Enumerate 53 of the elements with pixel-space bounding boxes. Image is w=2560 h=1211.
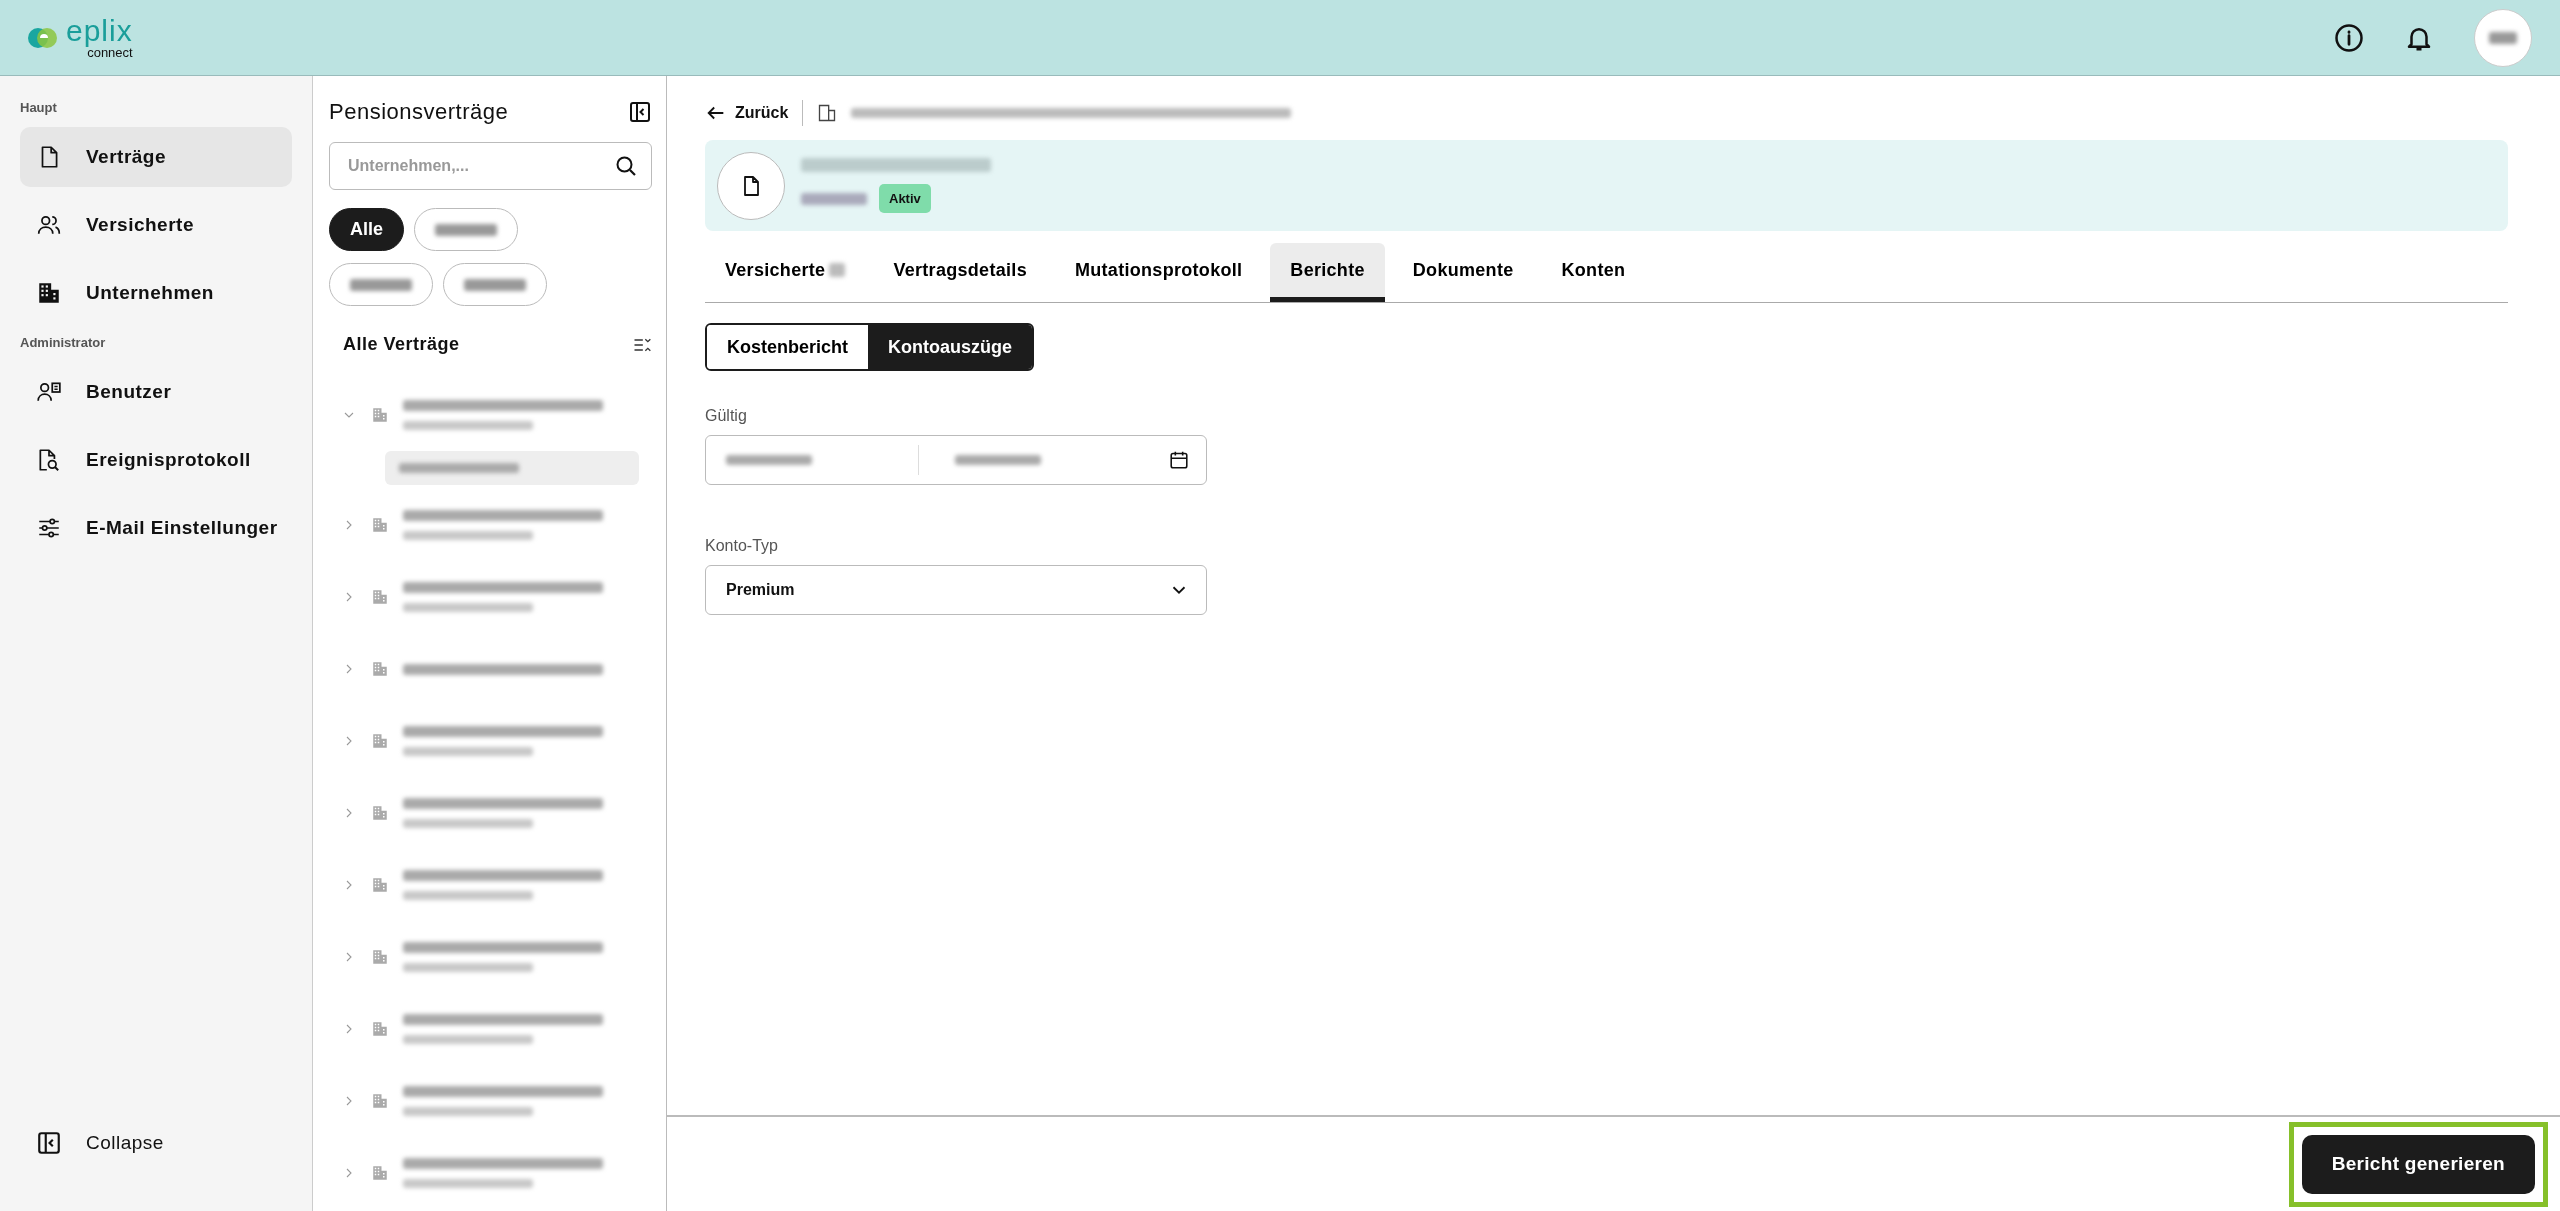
logo-icon xyxy=(28,25,58,50)
tab[interactable]: Mutationsprotokoll xyxy=(1054,243,1263,302)
tab[interactable]: Versicherte xyxy=(705,243,866,302)
nav-item[interactable]: Benutzer xyxy=(20,362,292,422)
date-range-field[interactable] xyxy=(705,435,1207,485)
nav-section-title: Haupt xyxy=(20,100,58,115)
building-icon xyxy=(36,280,62,306)
nav-item[interactable]: Versicherte xyxy=(20,195,292,255)
nav-section-title: Administrator xyxy=(20,335,107,350)
building-icon xyxy=(371,732,389,750)
collapse-panel-icon xyxy=(36,1130,62,1156)
document-search-icon xyxy=(36,447,62,473)
account-type-dropdown[interactable]: Premium xyxy=(705,565,1207,615)
contract-sub-item[interactable] xyxy=(385,451,639,485)
status-badge: Aktiv xyxy=(879,184,931,213)
filter-chip[interactable] xyxy=(443,263,547,306)
nav-item[interactable]: Unternehmen xyxy=(20,263,292,323)
building-icon xyxy=(371,948,389,966)
panel-title: Pensionsverträge xyxy=(329,99,509,125)
tab[interactable]: Vertragsdetails xyxy=(873,243,1047,302)
building-icon xyxy=(371,876,389,894)
building-icon xyxy=(371,588,389,606)
building-icon xyxy=(371,406,389,424)
search-field[interactable]: Unternehmen,... xyxy=(329,142,652,190)
filter-chip[interactable] xyxy=(414,208,518,251)
segment-button[interactable]: Kontoauszüge xyxy=(868,325,1033,369)
building-icon xyxy=(371,1020,389,1038)
redacted-text xyxy=(801,192,867,205)
info-icon[interactable] xyxy=(2334,22,2364,53)
tab[interactable]: Dokumente xyxy=(1392,243,1534,302)
building-icon xyxy=(371,804,389,822)
nav-item[interactable]: Ereignisprotokoll xyxy=(20,430,292,490)
building-icon xyxy=(371,516,389,534)
nav-item[interactable]: Verträge xyxy=(20,127,292,187)
collapse-panel-icon[interactable] xyxy=(628,100,652,124)
search-icon xyxy=(614,154,638,178)
back-link[interactable]: Zurück xyxy=(705,102,789,124)
calendar-icon[interactable] xyxy=(1168,449,1190,471)
tab[interactable]: Berichte xyxy=(1270,243,1385,302)
nav-item[interactable]: E-Mail Einstellunger xyxy=(20,498,292,558)
filter-chip[interactable]: Alle xyxy=(329,208,404,251)
logo-tagline: connect xyxy=(87,46,133,59)
field-label: Gültig xyxy=(705,407,748,425)
filter-chip[interactable] xyxy=(329,263,433,306)
field-label: Konto-Typ xyxy=(705,537,779,555)
collapse-button[interactable]: Collapse xyxy=(20,1113,292,1173)
generate-report-button[interactable]: Bericht generieren xyxy=(2301,1134,2535,1194)
building-icon xyxy=(817,103,838,123)
list-title: Alle Verträge xyxy=(343,334,460,355)
building-icon xyxy=(371,1164,389,1182)
building-icon xyxy=(371,1092,389,1110)
tab[interactable]: Konten xyxy=(1541,243,1646,302)
building-icon xyxy=(371,660,389,678)
